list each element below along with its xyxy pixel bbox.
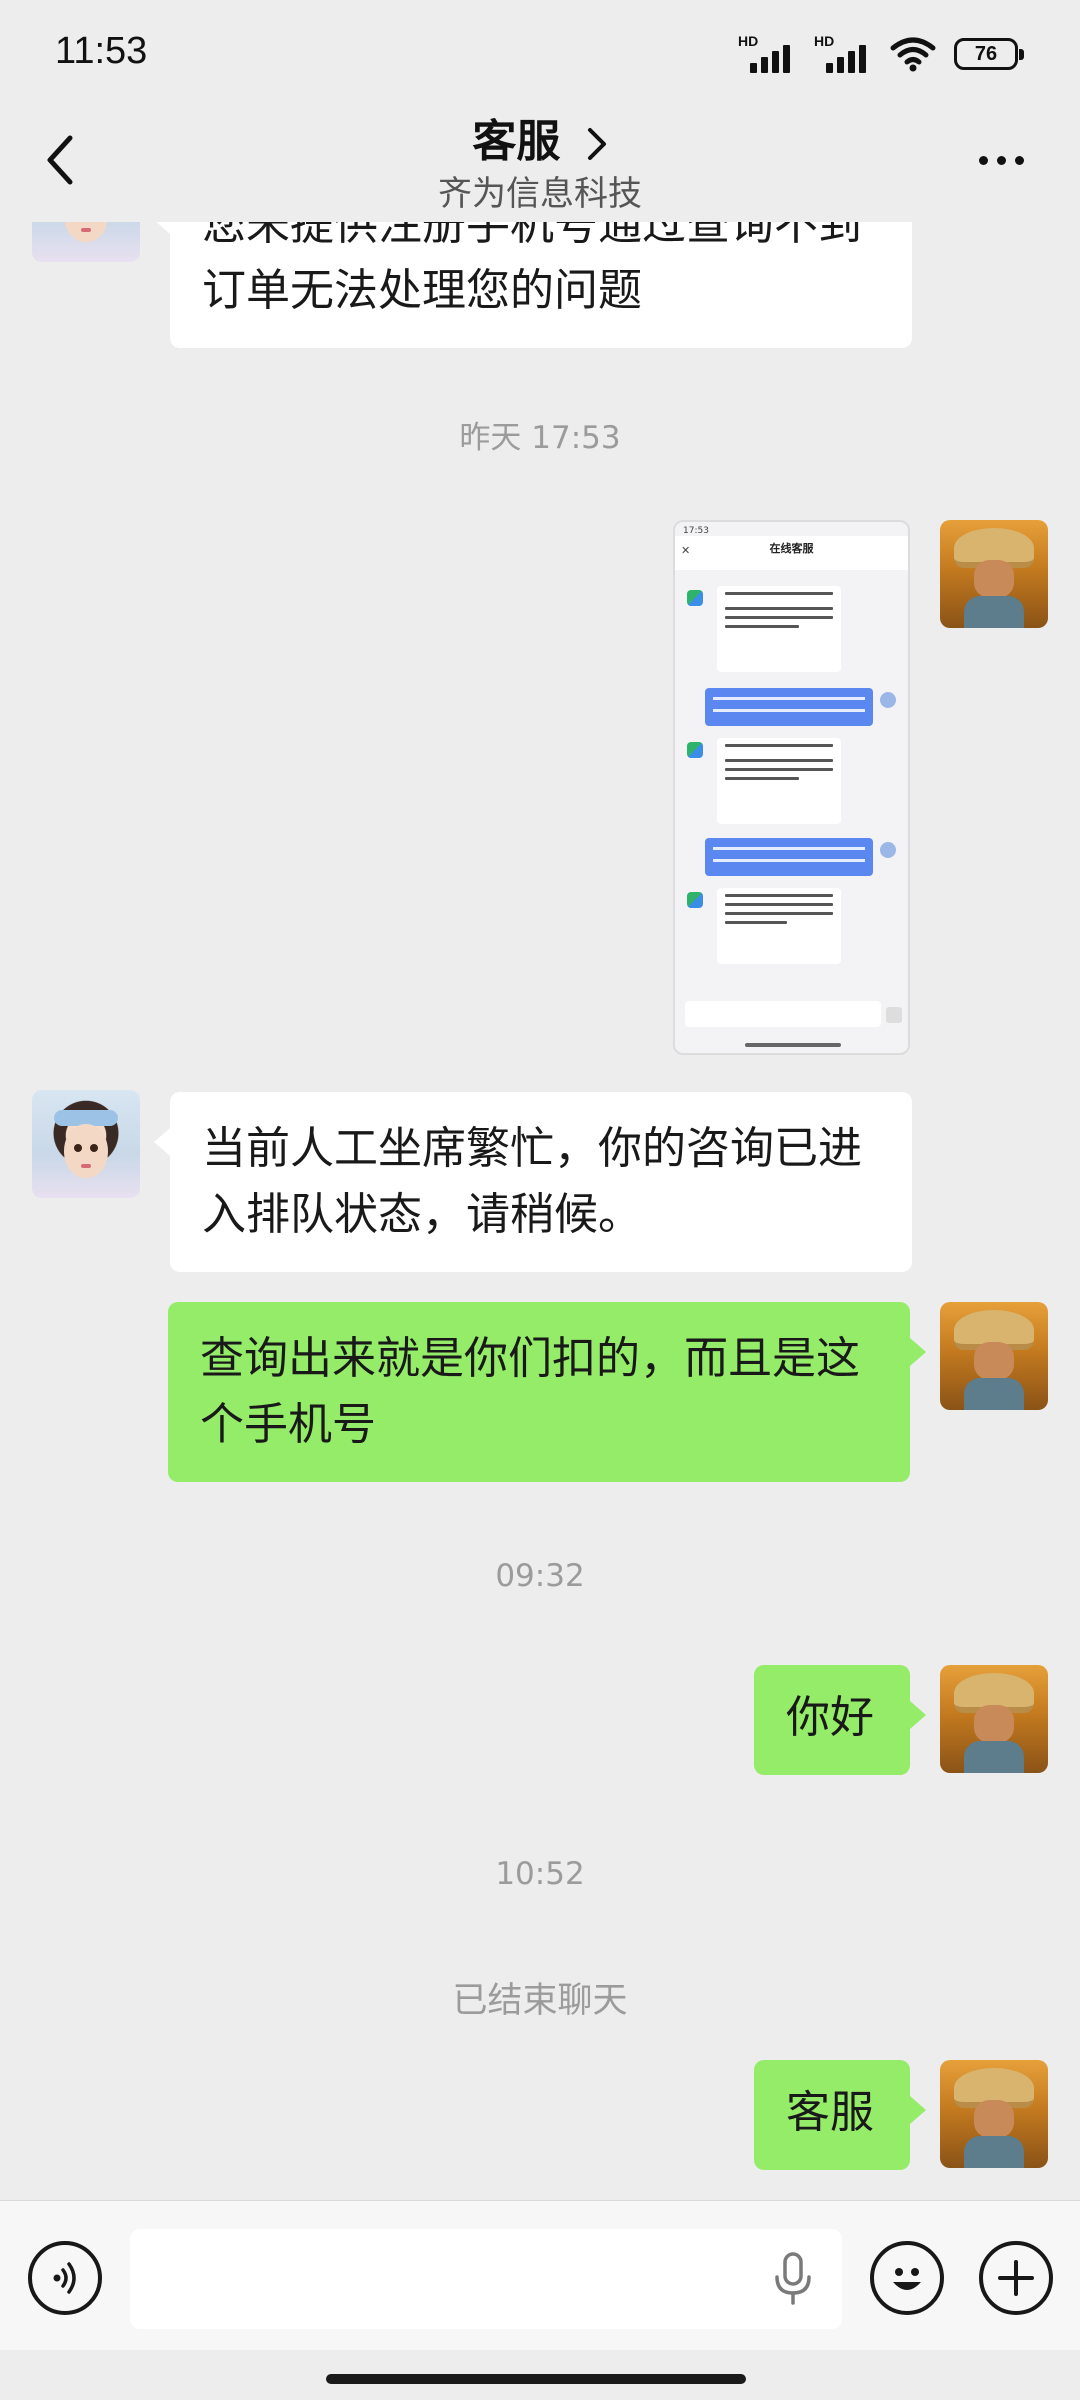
message-text: 个手机号 <box>200 1399 376 1450</box>
chat-title-text: 客服 <box>472 116 561 167</box>
voice-button[interactable] <box>28 2241 102 2315</box>
wifi-icon <box>890 37 936 72</box>
chevron-right-icon <box>587 128 606 160</box>
more-icon[interactable] <box>979 156 1024 165</box>
service-avatar[interactable] <box>32 1090 140 1198</box>
screenshot-card <box>717 586 841 672</box>
home-indicator[interactable] <box>326 2374 746 2384</box>
mic-icon[interactable] <box>772 2251 814 2307</box>
user-avatar[interactable] <box>940 1302 1048 1410</box>
chat-subtitle: 齐为信息科技 <box>438 174 642 214</box>
sent-message[interactable]: 查询出来就是你们扣的，而且是这 个手机号 <box>168 1302 926 1482</box>
chat-title[interactable]: 客服 <box>0 105 1080 169</box>
sent-message[interactable]: 客服 <box>754 2060 926 2170</box>
signal-icon: HD <box>814 33 872 75</box>
app-icon <box>687 742 703 758</box>
timestamp: 09:32 <box>495 1558 585 1594</box>
screenshot-card <box>717 888 841 964</box>
chat-header: 客服 齐为信息科技 <box>0 100 1080 222</box>
app-icon <box>687 892 703 908</box>
message-text: 订单无法处理您的问题 <box>202 265 642 316</box>
message-input[interactable] <box>130 2229 842 2329</box>
user-icon <box>880 692 896 708</box>
message-text: 客服 <box>786 2087 874 2138</box>
battery-level: 76 <box>974 42 998 65</box>
input-bar <box>0 2200 1080 2350</box>
emoji-button[interactable] <box>870 2241 944 2315</box>
message-text: 查询出来就是你们扣的，而且是这 <box>200 1333 860 1384</box>
screenshot-blue-bubble <box>705 688 873 726</box>
user-avatar[interactable] <box>940 1665 1048 1773</box>
plus-button[interactable] <box>979 2241 1053 2315</box>
timestamp: 10:52 <box>495 1856 585 1892</box>
message-text: 当前人工坐席繁忙，你的咨询已进 <box>202 1123 862 1174</box>
screenshot-image-message[interactable]: 17:53 ✕ 在线客服 <box>673 520 910 1055</box>
received-message[interactable]: 当前人工坐席繁忙，你的咨询已进 入排队状态，请稍候。 <box>154 1092 912 1272</box>
screenshot-blue-bubble <box>705 838 873 876</box>
emoji-icon <box>893 2268 921 2290</box>
screenshot-card <box>717 738 841 824</box>
plus-icon <box>998 2260 1034 2296</box>
battery-icon: 76 <box>954 38 1024 70</box>
status-bar: 11:53 HD HD 76 <box>0 0 1080 100</box>
chat-ended-note: 已结束聊天 <box>452 1981 628 2021</box>
voice-icon <box>53 2262 76 2294</box>
message-text: 你好 <box>786 1692 874 1743</box>
status-time: 11:53 <box>55 30 148 72</box>
app-icon <box>687 590 703 606</box>
user-avatar[interactable] <box>940 520 1048 628</box>
user-avatar[interactable] <box>940 2060 1048 2168</box>
screenshot-title: 在线客服 <box>769 542 814 555</box>
timestamp: 昨天 17:53 <box>459 420 621 456</box>
user-icon <box>880 842 896 858</box>
sent-message[interactable]: 你好 <box>754 1665 926 1775</box>
chat-area[interactable]: 您未提供注册手机号通过查询不到 订单无法处理您的问题 昨天 17:53 17:5… <box>0 0 1080 2200</box>
signal-icon: HD <box>738 33 796 75</box>
message-text: 入排队状态，请稍候。 <box>202 1189 642 1240</box>
